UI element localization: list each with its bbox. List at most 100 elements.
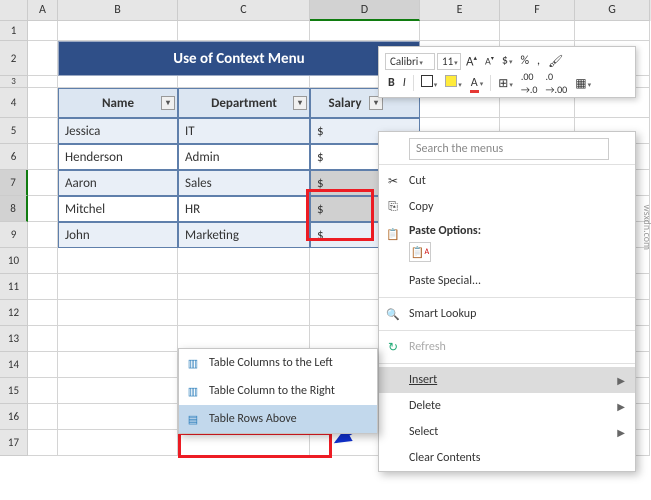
cell[interactable] [58,248,178,274]
cell[interactable] [58,378,178,404]
cell[interactable] [178,300,310,326]
cell[interactable] [28,170,58,196]
cell[interactable] [500,21,575,41]
font-selector[interactable]: Calibri▾ [385,53,435,70]
decrease-decimal-button[interactable]: .00→.0 [518,70,541,96]
merge-center-button[interactable]: ⊞▾ [495,76,516,91]
row-head-7[interactable]: 7 [0,170,28,196]
menu-clear-contents[interactable]: Clear Contents [379,445,635,471]
submenu-cols-left[interactable]: Table Columns to the Left [179,349,377,377]
col-head-D[interactable]: D [310,0,420,21]
cell[interactable] [58,404,178,430]
cell[interactable] [28,404,58,430]
cell[interactable] [28,196,58,222]
row-head-17[interactable]: 17 [0,430,28,456]
col-head-C[interactable]: C [178,0,310,21]
row-head-11[interactable]: 11 [0,274,28,300]
cell[interactable] [575,21,650,41]
cell[interactable] [310,21,420,41]
cell[interactable] [58,352,178,378]
cell[interactable] [28,326,58,352]
menu-smart-lookup[interactable]: Smart Lookup [379,301,635,327]
col-head-G[interactable]: G [575,0,650,21]
cell[interactable] [178,21,310,41]
increase-decimal-button[interactable]: .0→.00 [543,70,571,96]
cell[interactable] [28,76,58,88]
table-cell-name[interactable]: Aaron [58,170,178,196]
font-size-selector[interactable]: 11▾ [437,53,461,70]
conditional-format-button[interactable]: ▦▾ [572,76,594,91]
cell[interactable] [58,21,178,41]
cell[interactable] [28,300,58,326]
cell[interactable] [178,248,310,274]
cell[interactable] [28,41,58,76]
table-cell-dept[interactable]: IT [178,118,310,144]
menu-delete[interactable]: Delete▶ [379,393,635,419]
row-head-5[interactable]: 5 [0,118,28,144]
row-head-6[interactable]: 6 [0,144,28,170]
decrease-font-button[interactable]: A▾ [482,54,497,67]
cell[interactable] [58,76,178,88]
col-head-E[interactable]: E [420,0,500,21]
cell[interactable] [178,76,310,88]
cell[interactable] [28,248,58,274]
menu-refresh[interactable]: Refresh [379,334,635,360]
cell[interactable] [28,352,58,378]
row-head-1[interactable]: 1 [0,21,28,41]
paste-option-button[interactable]: 📋A [409,242,431,262]
accounting-format-button[interactable]: $▾ [499,54,516,68]
italic-button[interactable]: I [400,76,409,90]
cell[interactable] [58,274,178,300]
cell[interactable] [28,274,58,300]
row-head-13[interactable]: 13 [0,326,28,352]
table-cell-name[interactable]: Henderson [58,144,178,170]
increase-font-button[interactable]: A▴ [463,53,480,69]
select-all-corner[interactable] [0,0,28,21]
format-painter-button[interactable]: 🖌 [545,54,566,69]
menu-select[interactable]: Select▶ [379,419,635,445]
menu-copy[interactable]: Copy [379,194,635,220]
table-cell-name[interactable]: Mitchel [58,196,178,222]
cell[interactable] [28,378,58,404]
row-head-16[interactable]: 16 [0,404,28,430]
cell[interactable] [420,21,500,41]
menu-paste-special[interactable]: Paste Special... [379,268,635,294]
row-head-8[interactable]: 8 [0,196,28,222]
row-head-2[interactable]: 2 [0,41,28,76]
title-cell[interactable]: Use of Context Menu [58,41,420,76]
search-menus-input[interactable]: Search the menus [409,138,609,160]
cell[interactable] [28,118,58,144]
row-head-4[interactable]: 4 [0,88,28,118]
table-cell-name[interactable]: John [58,222,178,248]
cell[interactable] [58,326,178,352]
table-header-name[interactable]: Name▾ [58,88,178,118]
cell[interactable] [28,144,58,170]
col-head-A[interactable]: A [28,0,58,21]
row-head-10[interactable]: 10 [0,248,28,274]
col-head-B[interactable]: B [58,0,178,21]
filter-button[interactable]: ▾ [161,96,175,110]
cell[interactable] [28,430,58,456]
menu-insert[interactable]: Insert▶ [379,367,635,393]
font-color-button[interactable]: A▾ [467,76,486,90]
cell[interactable] [178,274,310,300]
bold-button[interactable]: B [385,76,398,90]
borders-button[interactable]: ▾ [418,75,441,91]
filter-button[interactable]: ▾ [293,96,307,110]
submenu-rows-above[interactable]: Table Rows Above [179,405,377,433]
percent-format-button[interactable]: % [517,54,532,68]
menu-cut[interactable]: Cut [379,168,635,194]
table-header-dept[interactable]: Department▾ [178,88,310,118]
cell[interactable] [58,430,178,456]
row-head-15[interactable]: 15 [0,378,28,404]
cell[interactable] [28,21,58,41]
cell[interactable] [28,88,58,118]
submenu-cols-right[interactable]: Table Column to the Right [179,377,377,405]
row-head-14[interactable]: 14 [0,352,28,378]
comma-format-button[interactable]: , [534,54,543,68]
row-head-12[interactable]: 12 [0,300,28,326]
row-head-9[interactable]: 9 [0,222,28,248]
table-cell-dept[interactable]: Sales [178,170,310,196]
row-head-3[interactable]: 3 [0,76,28,88]
cell[interactable] [58,300,178,326]
